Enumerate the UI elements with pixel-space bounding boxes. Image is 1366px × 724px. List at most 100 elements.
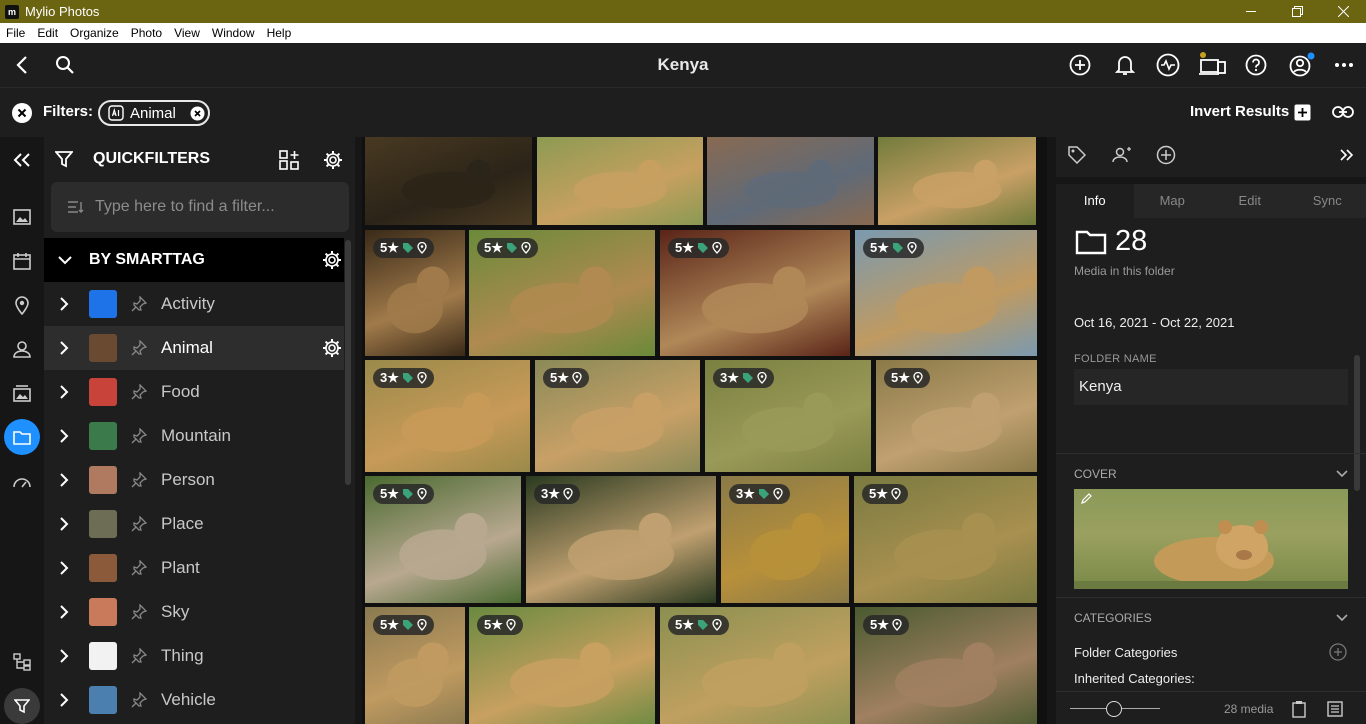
pin-icon[interactable] bbox=[131, 648, 147, 664]
pin-icon[interactable] bbox=[131, 472, 147, 488]
chevron-right-icon[interactable] bbox=[60, 341, 69, 355]
cover-section-header[interactable]: COVER bbox=[1056, 453, 1366, 493]
help-icon[interactable] bbox=[1243, 53, 1269, 77]
photo-thumbnail[interactable]: 3★ bbox=[705, 360, 871, 472]
photo-thumbnail[interactable]: 5★ bbox=[660, 607, 850, 724]
smarttag-item-person[interactable]: Person bbox=[44, 458, 344, 502]
minimize-icon[interactable] bbox=[1228, 0, 1274, 23]
smarttag-item-thing[interactable]: Thing bbox=[44, 634, 344, 678]
folders-icon[interactable] bbox=[4, 419, 40, 455]
photo-thumbnail[interactable]: 5★ bbox=[876, 360, 1037, 472]
collapse-icon[interactable] bbox=[10, 149, 34, 171]
photo-thumbnail[interactable]: 3★ bbox=[365, 360, 530, 472]
filter-chip-animal[interactable]: Animal bbox=[98, 100, 210, 126]
pin-icon[interactable] bbox=[131, 516, 147, 532]
back-icon[interactable] bbox=[10, 53, 34, 77]
devices-icon[interactable] bbox=[1196, 50, 1228, 78]
smarttag-item-mountain[interactable]: Mountain bbox=[44, 414, 344, 458]
clipboard-icon[interactable] bbox=[1290, 699, 1308, 719]
smarttag-item-animal[interactable]: Animal bbox=[44, 326, 344, 370]
chevron-right-icon[interactable] bbox=[60, 473, 69, 487]
pin-icon[interactable] bbox=[131, 384, 147, 400]
invert-icon[interactable] bbox=[1293, 103, 1311, 121]
remove-chip-icon[interactable] bbox=[190, 106, 205, 121]
chevron-right-icon[interactable] bbox=[60, 385, 69, 399]
photo-thumbnail[interactable]: 5★ bbox=[854, 476, 1037, 603]
smarttag-item-sky[interactable]: Sky bbox=[44, 590, 344, 634]
add-icon[interactable] bbox=[1067, 53, 1093, 77]
edit-cover-icon[interactable] bbox=[1080, 493, 1092, 505]
add-info-icon[interactable] bbox=[1155, 144, 1177, 166]
chevron-right-icon[interactable] bbox=[60, 297, 69, 311]
photo-thumbnail[interactable]: 5★ bbox=[660, 230, 850, 356]
list-icon[interactable] bbox=[1326, 699, 1344, 719]
chevron-right-icon[interactable] bbox=[60, 517, 69, 531]
chevron-right-icon[interactable] bbox=[60, 605, 69, 619]
chevron-right-icon[interactable] bbox=[60, 649, 69, 663]
gear-icon[interactable] bbox=[321, 148, 345, 172]
menu-photo[interactable]: Photo bbox=[125, 26, 168, 40]
menu-help[interactable]: Help bbox=[261, 26, 298, 40]
chevron-right-icon[interactable] bbox=[60, 693, 69, 707]
photo-thumbnail[interactable] bbox=[537, 137, 703, 225]
faces-icon[interactable] bbox=[1110, 144, 1134, 166]
photo-thumbnail[interactable]: 5★ bbox=[365, 230, 465, 356]
calendar-icon[interactable] bbox=[11, 250, 33, 272]
tag-gear-icon[interactable] bbox=[322, 338, 342, 358]
expand-icon[interactable] bbox=[1336, 146, 1356, 164]
tab-sync[interactable]: Sync bbox=[1289, 184, 1366, 218]
hierarchy-icon[interactable] bbox=[11, 651, 33, 673]
tab-info[interactable]: Info bbox=[1056, 184, 1134, 218]
smarttag-item-vehicle[interactable]: Vehicle bbox=[44, 678, 344, 722]
smarttag-item-food[interactable]: Food bbox=[44, 370, 344, 414]
menu-edit[interactable]: Edit bbox=[31, 26, 64, 40]
menu-organize[interactable]: Organize bbox=[64, 26, 125, 40]
menu-file[interactable]: File bbox=[0, 26, 31, 40]
clear-filters-icon[interactable] bbox=[11, 102, 33, 124]
tab-edit[interactable]: Edit bbox=[1211, 184, 1289, 218]
smarttag-item-place[interactable]: Place bbox=[44, 502, 344, 546]
photo-thumbnail[interactable] bbox=[365, 137, 532, 225]
zoom-slider-handle[interactable] bbox=[1106, 701, 1122, 717]
people-icon[interactable] bbox=[11, 338, 33, 360]
tab-map[interactable]: Map bbox=[1134, 184, 1212, 218]
quickfilters-scrollbar[interactable] bbox=[345, 240, 351, 485]
map-pin-icon[interactable] bbox=[11, 294, 33, 316]
layout-icon[interactable] bbox=[277, 148, 301, 172]
chevron-right-icon[interactable] bbox=[60, 561, 69, 575]
add-category-icon[interactable] bbox=[1328, 642, 1348, 662]
photo-thumbnail[interactable] bbox=[878, 137, 1036, 225]
more-icon[interactable] bbox=[1331, 53, 1357, 77]
photo-thumbnail[interactable]: 3★ bbox=[526, 476, 716, 603]
albums-icon[interactable] bbox=[11, 382, 33, 404]
close-window-icon[interactable] bbox=[1320, 0, 1366, 23]
photo-thumbnail[interactable] bbox=[707, 137, 874, 225]
smarttag-item-plant[interactable]: Plant bbox=[44, 546, 344, 590]
menu-view[interactable]: View bbox=[168, 26, 206, 40]
menu-window[interactable]: Window bbox=[206, 26, 261, 40]
pin-icon[interactable] bbox=[131, 428, 147, 444]
pin-icon[interactable] bbox=[131, 604, 147, 620]
chevron-right-icon[interactable] bbox=[60, 429, 69, 443]
photo-thumbnail[interactable]: 5★ bbox=[855, 230, 1037, 356]
section-gear-icon[interactable] bbox=[322, 250, 342, 270]
categories-section-header[interactable]: CATEGORIES bbox=[1056, 597, 1366, 637]
photo-thumbnail[interactable]: 5★ bbox=[469, 607, 655, 724]
bell-icon[interactable] bbox=[1112, 53, 1138, 77]
pin-icon[interactable] bbox=[131, 340, 147, 356]
right-splitter[interactable] bbox=[1047, 137, 1056, 724]
dashboard-icon[interactable] bbox=[11, 470, 33, 492]
activity-icon[interactable] bbox=[1155, 53, 1181, 77]
pin-icon[interactable] bbox=[131, 296, 147, 312]
cover-image[interactable] bbox=[1074, 489, 1348, 589]
photo-thumbnail[interactable]: 5★ bbox=[365, 607, 465, 724]
smarttag-item-activity[interactable]: Activity bbox=[44, 282, 344, 326]
folder-name-input[interactable]: Kenya bbox=[1074, 369, 1348, 405]
tag-icon[interactable] bbox=[1066, 144, 1088, 166]
photo-thumbnail[interactable]: 3★ bbox=[721, 476, 849, 603]
left-splitter[interactable] bbox=[355, 137, 362, 724]
pin-icon[interactable] bbox=[131, 560, 147, 576]
pin-icon[interactable] bbox=[131, 692, 147, 708]
smarttag-section-header[interactable]: BY SMARTTAG bbox=[44, 238, 344, 282]
photo-thumbnail[interactable]: 5★ bbox=[469, 230, 655, 356]
